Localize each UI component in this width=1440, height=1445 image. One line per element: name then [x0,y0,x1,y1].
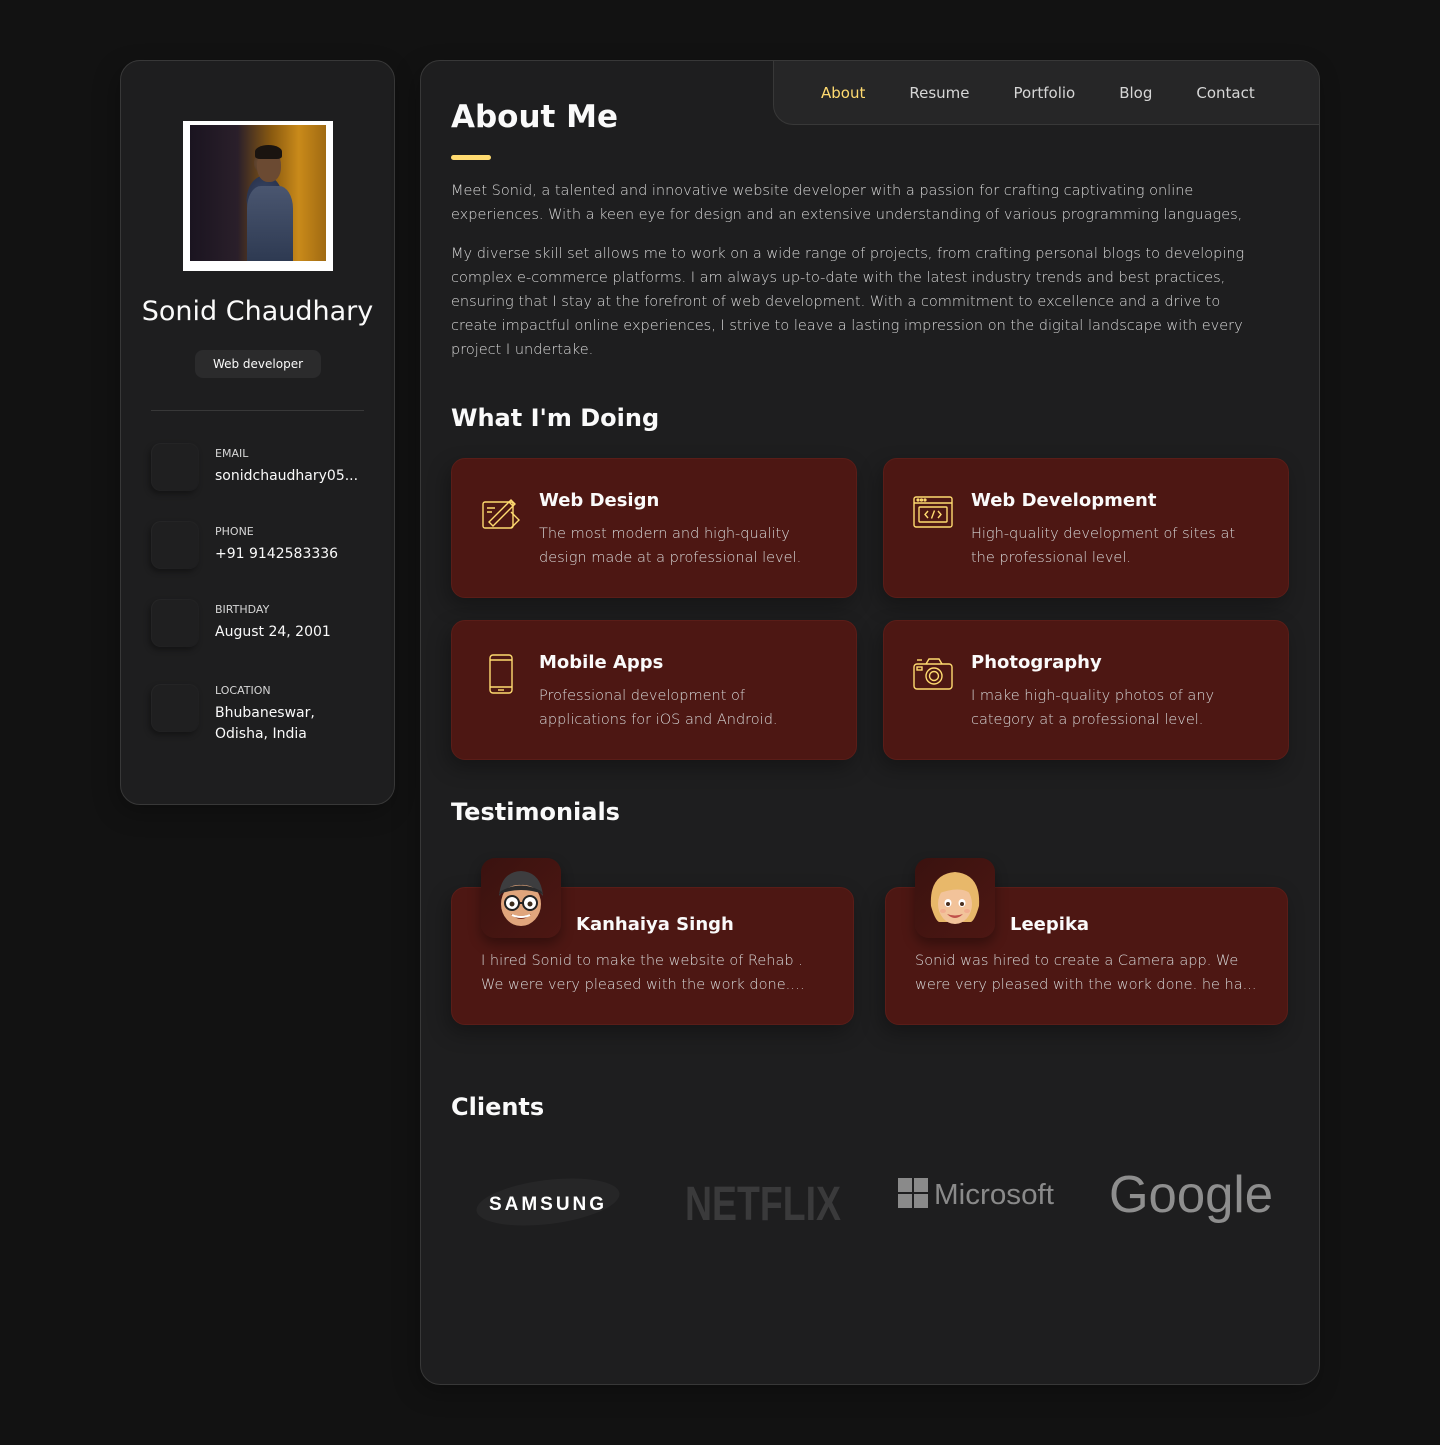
testimonial-name: Kanhaiya Singh [576,914,734,935]
avatar [481,858,561,938]
profile-name: Sonid Chaudhary [141,296,374,327]
testimonial-text: I hired Sonid to make the website of Reh… [481,953,803,993]
profile-photo [190,125,326,261]
contact-label: Phone [215,525,254,538]
service-title: Photography [971,652,1102,673]
nav-portfolio[interactable]: Portfolio [1014,84,1076,102]
email-link[interactable]: sonidchaudhary05... [215,466,358,487]
service-card-web-design: Web Design The most modern and high-qual… [451,458,857,598]
about-paragraph-2: My diverse skill set allows me to work o… [451,246,1245,358]
service-card-photography: Photography I make high-quality photos o… [883,620,1289,760]
contact-label: Birthday [215,603,270,616]
page-title: About Me [451,99,619,135]
services-heading: What I'm Doing [451,404,660,432]
client-logo-google[interactable]: Google [1106,1161,1276,1231]
testimonial-card[interactable]: Kanhaiya Singh I hired Sonid to make the… [451,858,854,1025]
profile-sidebar: Sonid Chaudhary Web developer Email soni… [120,60,395,805]
profile-title-badge: Web developer [195,350,321,378]
service-text: I make high-quality photos of any catego… [971,688,1215,728]
contact-label: Email [215,447,249,460]
service-title: Mobile Apps [539,652,664,673]
nav-contact[interactable]: Contact [1196,84,1254,102]
mobile-icon [489,654,513,694]
title-underline [451,155,491,160]
camera-icon [913,658,953,690]
testimonials-heading: Testimonials [451,798,620,826]
nav-resume[interactable]: Resume [909,84,969,102]
service-card-web-development: Web Development High-quality development… [883,458,1289,598]
contact-email: Email sonidchaudhary05... [151,443,371,491]
service-title: Web Development [971,490,1157,511]
code-icon [913,496,953,528]
service-text: Professional development of applications… [539,688,778,728]
location-icon [151,684,199,732]
microsoft-text: Microsoft [934,1179,1054,1211]
client-logo-netflix[interactable]: NETFLIX [683,1166,843,1236]
navbar: About Resume Portfolio Blog Contact [773,61,1319,125]
calendar-icon [151,599,199,647]
contact-location: Location Bhubaneswar, Odisha, India [151,684,371,745]
location-value: Bhubaneswar, Odisha, India [215,705,315,742]
mail-icon [151,443,199,491]
avatar [183,121,333,271]
client-logo-microsoft[interactable]: Microsoft [896,1158,1056,1228]
avatar [915,858,995,938]
client-logo-samsung[interactable]: SAMSUNG [476,1166,621,1236]
nav-about[interactable]: About [821,84,865,102]
testimonial-card[interactable]: Leepika Sonid was hired to create a Came… [885,858,1288,1025]
contact-label: Location [215,684,271,697]
nav-blog[interactable]: Blog [1119,84,1152,102]
clients-heading: Clients [451,1093,545,1121]
design-icon [482,499,520,529]
testimonial-name: Leepika [1010,914,1090,935]
testimonial-text: Sonid was hired to create a Camera app. … [915,953,1257,993]
service-title: Web Design [539,490,660,511]
contact-birthday: Birthday August 24, 2001 [151,599,371,647]
about-paragraph-1: Meet Sonid, a talented and innovative we… [451,183,1243,223]
service-text: The most modern and high-quality design … [539,526,802,566]
service-card-mobile-apps: Mobile Apps Professional development of … [451,620,857,760]
main-panel: About Resume Portfolio Blog Contact Abou… [420,60,1320,1385]
sidebar-separator [151,410,364,411]
google-text: Google [1109,1166,1273,1224]
service-text: High-quality development of sites at the… [971,526,1236,566]
birthday-value: August 24, 2001 [215,624,331,640]
contact-phone: Phone +91 9142583336 [151,521,371,569]
netflix-text: NETFLIX [685,1178,841,1229]
phone-link[interactable]: +91 9142583336 [215,544,338,565]
samsung-text: SAMSUNG [489,1194,607,1215]
phone-icon [151,521,199,569]
